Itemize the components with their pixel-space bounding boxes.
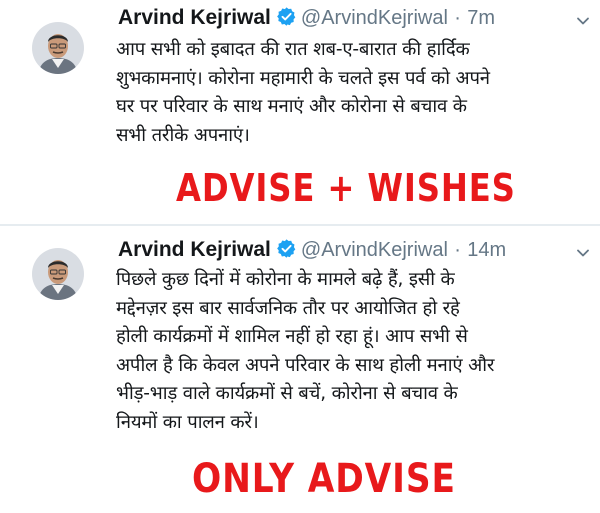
timestamp[interactable]: 14m [467, 239, 506, 261]
annotation-only-advise: ONLY ADVISE [192, 456, 456, 502]
tweet-text-line: नियमों का पालन करें। [116, 411, 259, 433]
avatar[interactable] [32, 248, 84, 300]
chevron-down-icon[interactable] [576, 246, 590, 260]
timestamp[interactable]: 7m [467, 7, 495, 29]
author-name[interactable]: Arvind Kejriwal [118, 238, 271, 261]
tweet-text: पिछले कुछ दिनों में कोरोना के मामले बढ़े… [116, 266, 594, 437]
verified-badge-icon [276, 6, 297, 33]
tweet-header: Arvind Kejriwal @ArvindKejriwal · 14m [118, 236, 506, 265]
tweet-text-line: सभी तरीके अपनाएं। [116, 124, 250, 146]
tweet-text-line: पिछले कुछ दिनों में कोरोना के मामले बढ़े… [116, 269, 455, 290]
tweet-text-line: शुभकामनाएं। कोरोना महामारी के चलते इस पर… [116, 67, 490, 89]
tweet-text: आप सभी को इबादत की रात शब-ए-बारात की हार… [116, 36, 594, 150]
verified-badge-icon [276, 238, 297, 265]
tweet-text-line: घर पर परिवार के साथ मनाएं और कोरोना से ब… [116, 96, 467, 117]
author-name[interactable]: Arvind Kejriwal [118, 6, 271, 29]
tweet-header: Arvind Kejriwal @ArvindKejriwal · 7m [118, 4, 495, 33]
avatar-photo [32, 248, 84, 300]
separator-dot: · [454, 239, 461, 261]
tweet-text-line: अपील है कि केवल अपने परिवार के साथ होली … [116, 354, 495, 376]
annotation-advise-wishes: ADVISE + WISHES [176, 166, 516, 210]
tweet-card-1[interactable]: Arvind Kejriwal @ArvindKejriwal · 7m आप स… [0, 0, 600, 226]
tweet-text-line: मद्देनज़र इस बार सार्वजनिक तौर पर आयोजित… [116, 297, 460, 319]
tweet-text-line: होली कार्यक्रमों में शामिल नहीं हो रहा ह… [116, 326, 468, 347]
author-handle[interactable]: @ArvindKejriwal [301, 239, 448, 261]
separator-dot: · [454, 7, 461, 29]
tweet-text-line: भीड़-भाड़ वाले कार्यक्रमों से बचें, कोरो… [116, 383, 458, 404]
tweet-text-line: आप सभी को इबादत की रात शब-ए-बारात की हार… [116, 39, 470, 60]
author-handle[interactable]: @ArvindKejriwal [301, 7, 448, 29]
avatar-photo [32, 22, 84, 74]
chevron-down-icon[interactable] [576, 14, 590, 28]
avatar[interactable] [32, 22, 84, 74]
